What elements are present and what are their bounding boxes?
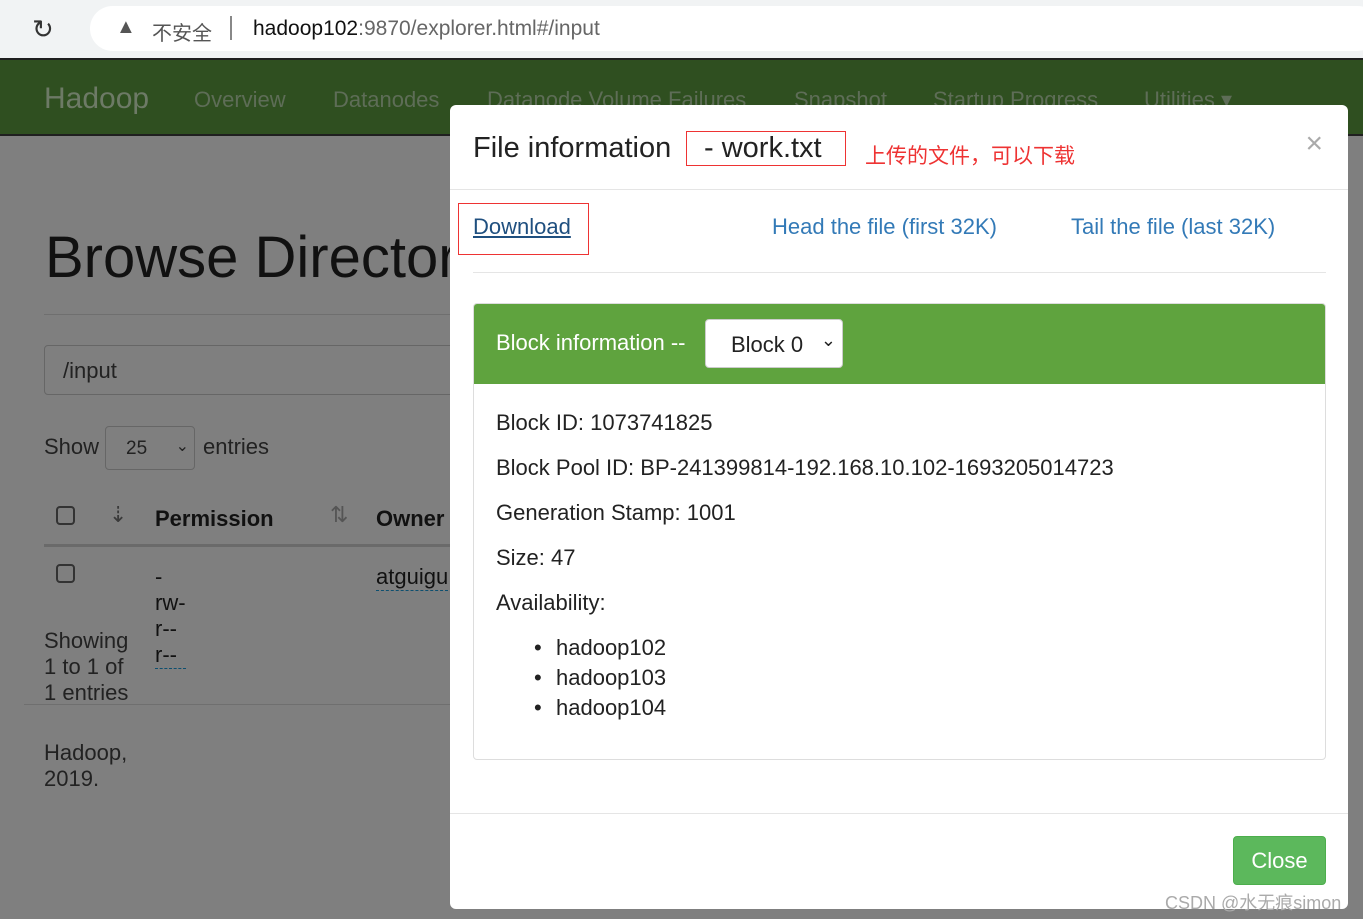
sort-icon[interactable]: ⇅ bbox=[330, 502, 348, 528]
block-select[interactable]: Block 0 ⌄ bbox=[705, 319, 843, 368]
panel-header: Block information -- Block 0 ⌄ bbox=[474, 304, 1325, 384]
divider bbox=[44, 544, 464, 547]
nav-datanodes[interactable]: Datanodes bbox=[333, 87, 439, 113]
select-all-checkbox[interactable] bbox=[56, 506, 75, 525]
block-info-label: Block information -- bbox=[496, 330, 686, 355]
reload-icon[interactable]: ↻ bbox=[32, 14, 54, 45]
size: Size: 47 bbox=[496, 545, 576, 570]
nav-overview[interactable]: Overview bbox=[194, 87, 286, 113]
block-pool-id: Block Pool ID: BP-241399814-192.168.10.1… bbox=[496, 455, 1114, 480]
tail-file-link[interactable]: Tail the file (last 32K) bbox=[1071, 214, 1275, 240]
divider bbox=[450, 813, 1348, 814]
sort-desc-icon[interactable]: ⇣ bbox=[109, 502, 127, 528]
address-bar[interactable]: ▲ 不安全 hadoop102:9870/explorer.html#/inpu… bbox=[90, 6, 1363, 51]
block-id: Block ID: 1073741825 bbox=[496, 410, 713, 435]
watermark: CSDN @水无痕simon bbox=[1165, 893, 1342, 913]
row-checkbox[interactable] bbox=[56, 564, 75, 583]
warning-triangle-icon: ▲ bbox=[116, 16, 136, 38]
footer: Hadoop, 2019. bbox=[44, 740, 128, 791]
url-text: hadoop102:9870/explorer.html#/input bbox=[253, 17, 600, 40]
divider bbox=[450, 189, 1348, 190]
path-input[interactable]: /input bbox=[44, 345, 464, 395]
annotation-text: 上传的文件，可以下载 bbox=[865, 145, 1075, 168]
divider bbox=[24, 704, 464, 705]
column-permission[interactable]: Permission bbox=[155, 506, 274, 532]
brand[interactable]: Hadoop bbox=[44, 82, 149, 116]
browser-toolbar: ↻ ▲ 不安全 hadoop102:9870/explorer.html#/in… bbox=[0, 0, 1363, 58]
modal-title: File information bbox=[473, 132, 672, 164]
host-item: hadoop104 bbox=[534, 695, 666, 721]
host-item: hadoop103 bbox=[534, 665, 666, 691]
block-info-panel: Block information -- Block 0 ⌄ Block ID: … bbox=[473, 303, 1326, 760]
close-icon[interactable]: × bbox=[1305, 127, 1323, 161]
column-owner[interactable]: Owner bbox=[376, 506, 444, 532]
owner-cell[interactable]: atguigu bbox=[376, 564, 449, 591]
head-file-link[interactable]: Head the file (first 32K) bbox=[772, 214, 997, 240]
show-label: Show bbox=[44, 434, 100, 459]
showing-info: Showing 1 to 1 of 1 entries bbox=[44, 628, 129, 705]
divider bbox=[473, 272, 1326, 273]
divider bbox=[44, 314, 464, 315]
download-link[interactable]: Download bbox=[473, 214, 571, 240]
page-title: Browse Directory bbox=[45, 225, 487, 290]
chevron-down-icon: ⌄ bbox=[820, 330, 836, 350]
entries-label: entries bbox=[203, 434, 270, 459]
chevron-down-icon: ⌄ bbox=[175, 438, 189, 455]
divider bbox=[230, 16, 232, 40]
availability-label: Availability: bbox=[496, 590, 606, 615]
host-item: hadoop102 bbox=[534, 635, 666, 661]
file-info-modal: File information - work.txt 上传的文件，可以下载 ×… bbox=[450, 105, 1348, 909]
file-name: - work.txt bbox=[704, 132, 822, 164]
permission-cell[interactable]: -rw-r--r-- bbox=[155, 564, 186, 669]
entries-select[interactable]: 25 ⌄ bbox=[105, 426, 195, 470]
generation-stamp: Generation Stamp: 1001 bbox=[496, 500, 736, 525]
close-button[interactable]: Close bbox=[1233, 836, 1326, 885]
insecure-label: 不安全 bbox=[152, 23, 212, 45]
